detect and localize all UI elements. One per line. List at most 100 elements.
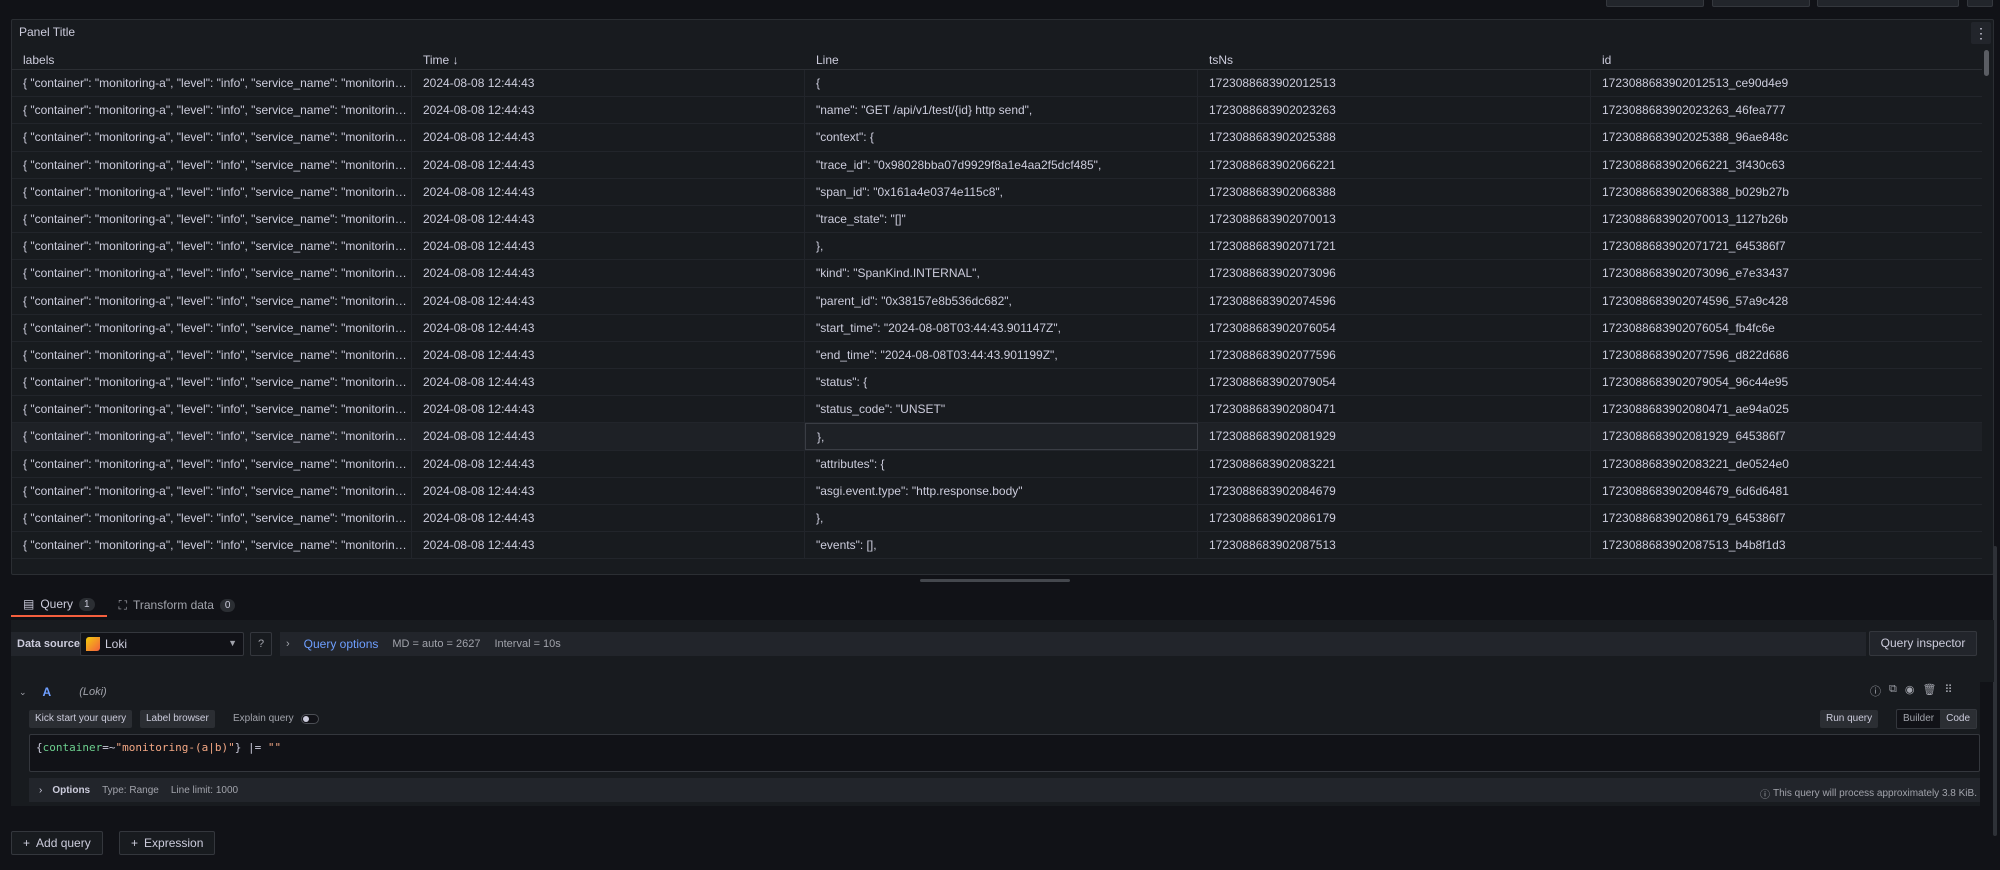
search-box[interactable] bbox=[1817, 0, 1959, 7]
table-row[interactable]: { "container": "monitoring-a", "level": … bbox=[12, 70, 1982, 98]
collapse-chevron-icon[interactable]: ⌄ bbox=[19, 687, 27, 698]
table-row[interactable]: { "container": "monitoring-a", "level": … bbox=[12, 450, 1982, 478]
cell-id[interactable]: 1723088683902073096_e7e33437 bbox=[1591, 260, 1982, 286]
table-row[interactable]: { "container": "monitoring-a", "level": … bbox=[12, 205, 1982, 234]
cell-id[interactable]: 1723088683902071721_645386f7 bbox=[1591, 233, 1982, 259]
tab-query[interactable]: ▤ Query 1 bbox=[11, 593, 107, 617]
cell-line[interactable]: "span_id": "0x161a4e0374e115c8", bbox=[805, 178, 1198, 205]
cell-id[interactable]: 1723088683902076054_fb4fc6e bbox=[1591, 315, 1982, 341]
cell-id[interactable]: 1723088683902084679_6d6d6481 bbox=[1591, 478, 1982, 504]
cell-id[interactable]: 1723088683902081929_645386f7 bbox=[1591, 423, 1982, 449]
cell-line[interactable]: "trace_id": "0x98028bba07d9929f8a1e4aa2f… bbox=[805, 151, 1198, 178]
run-query-button[interactable]: Run query bbox=[1820, 710, 1879, 728]
cell-line[interactable]: }, bbox=[805, 505, 1198, 532]
cell-labels[interactable]: { "container": "monitoring-a", "level": … bbox=[12, 70, 412, 97]
cell-tsns[interactable]: 1723088683902068388 bbox=[1198, 178, 1591, 205]
cell-line[interactable]: "parent_id": "0x38157e8b536dc682", bbox=[805, 287, 1198, 314]
cell-tsns[interactable]: 1723088683902084679 bbox=[1198, 477, 1591, 504]
column-header-line[interactable]: Line bbox=[805, 50, 1198, 69]
cell-line[interactable]: }, bbox=[805, 423, 1198, 450]
column-header-tsns[interactable]: tsNs bbox=[1198, 50, 1591, 69]
cell-labels[interactable]: { "container": "monitoring-a", "level": … bbox=[12, 314, 412, 341]
cell-line[interactable]: "end_time": "2024-08-08T03:44:43.901199Z… bbox=[805, 341, 1198, 369]
cell-tsns[interactable]: 1723088683902083221 bbox=[1198, 450, 1591, 477]
table-row[interactable]: { "container": "monitoring-a", "level": … bbox=[12, 423, 1982, 451]
cell-time[interactable]: 2024-08-08 12:44:43 bbox=[412, 124, 805, 151]
table-row[interactable]: { "container": "monitoring-a", "level": … bbox=[12, 260, 1982, 288]
cell-time[interactable]: 2024-08-08 12:44:43 bbox=[412, 178, 805, 205]
editor-scrollbar[interactable] bbox=[1993, 546, 1997, 836]
datasource-help-icon[interactable]: ? bbox=[250, 632, 272, 656]
column-header-labels[interactable]: labels bbox=[12, 50, 412, 69]
add-expression-button[interactable]: + Expression bbox=[119, 831, 216, 855]
cell-labels[interactable]: { "container": "monitoring-a", "level": … bbox=[12, 505, 412, 532]
cell-tsns[interactable]: 1723088683902080471 bbox=[1198, 396, 1591, 423]
cell-time[interactable]: 2024-08-08 12:44:43 bbox=[412, 450, 805, 477]
kick-start-button[interactable]: Kick start your query bbox=[29, 710, 133, 728]
table-row[interactable]: { "container": "monitoring-a", "level": … bbox=[12, 477, 1982, 505]
cell-tsns[interactable]: 1723088683902070013 bbox=[1198, 205, 1591, 233]
cell-labels[interactable]: { "container": "monitoring-a", "level": … bbox=[12, 477, 412, 504]
cell-labels[interactable]: { "container": "monitoring-a", "level": … bbox=[12, 532, 412, 559]
table-row[interactable]: { "container": "monitoring-a", "level": … bbox=[12, 532, 1982, 560]
cell-id[interactable]: 1723088683902023263_46fea777 bbox=[1591, 97, 1982, 123]
table-row[interactable]: { "container": "monitoring-a", "level": … bbox=[12, 124, 1982, 152]
refresh-picker[interactable] bbox=[1712, 0, 1810, 7]
explain-switch[interactable] bbox=[300, 714, 319, 724]
table-row[interactable]: { "container": "monitoring-a", "level": … bbox=[12, 178, 1982, 206]
cell-time[interactable]: 2024-08-08 12:44:43 bbox=[412, 505, 805, 532]
cell-time[interactable]: 2024-08-08 12:44:43 bbox=[412, 151, 805, 178]
cell-labels[interactable]: { "container": "monitoring-a", "level": … bbox=[12, 450, 412, 477]
cell-time[interactable]: 2024-08-08 12:44:43 bbox=[412, 233, 805, 260]
cell-id[interactable]: 1723088683902079054_96c44e95 bbox=[1591, 369, 1982, 395]
cell-id[interactable]: 1723088683902077596_d822d686 bbox=[1591, 342, 1982, 368]
duplicate-icon[interactable]: ⧉ bbox=[1889, 683, 1897, 699]
cell-labels[interactable]: { "container": "monitoring-a", "level": … bbox=[12, 151, 412, 178]
cell-line[interactable]: "context": { bbox=[805, 124, 1198, 151]
cell-line[interactable]: "name": "GET /api/v1/test/{id} http send… bbox=[805, 97, 1198, 124]
cell-tsns[interactable]: 1723088683902087513 bbox=[1198, 532, 1591, 559]
cell-tsns[interactable]: 1723088683902086179 bbox=[1198, 505, 1591, 532]
cell-time[interactable]: 2024-08-08 12:44:43 bbox=[412, 477, 805, 504]
column-header-id[interactable]: id bbox=[1591, 50, 1982, 69]
query-letter[interactable]: A bbox=[43, 685, 52, 699]
help-icon[interactable]: ⓘ bbox=[1870, 683, 1881, 699]
query-options-row[interactable]: › Options Type: Range Line limit: 1000 bbox=[29, 778, 1980, 802]
cell-time[interactable]: 2024-08-08 12:44:43 bbox=[412, 314, 805, 341]
panel-menu-icon[interactable]: ⋮ bbox=[1971, 22, 1991, 44]
cell-time[interactable]: 2024-08-08 12:44:43 bbox=[412, 532, 805, 559]
cell-labels[interactable]: { "container": "monitoring-a", "level": … bbox=[12, 97, 412, 124]
cell-id[interactable]: 1723088683902086179_645386f7 bbox=[1591, 505, 1982, 531]
table-row[interactable]: { "container": "monitoring-a", "level": … bbox=[12, 233, 1982, 261]
cell-line[interactable]: "kind": "SpanKind.INTERNAL", bbox=[805, 260, 1198, 287]
trash-icon[interactable]: 🗑 bbox=[1922, 683, 1936, 699]
table-row[interactable]: { "container": "monitoring-a", "level": … bbox=[12, 369, 1982, 397]
cell-id[interactable]: 1723088683902074596_57a9c428 bbox=[1591, 288, 1982, 314]
query-code-editor[interactable]: {container=~"monitoring-(a|b)"} |= "" bbox=[29, 734, 1980, 772]
cell-labels[interactable]: { "container": "monitoring-a", "level": … bbox=[12, 178, 412, 205]
cell-tsns[interactable]: 1723088683902025388 bbox=[1198, 124, 1591, 151]
cell-time[interactable]: 2024-08-08 12:44:43 bbox=[412, 97, 805, 124]
label-browser-button[interactable]: Label browser bbox=[140, 710, 215, 728]
cell-time[interactable]: 2024-08-08 12:44:43 bbox=[412, 423, 805, 450]
cell-time[interactable]: 2024-08-08 12:44:43 bbox=[412, 396, 805, 423]
cell-labels[interactable]: { "container": "monitoring-a", "level": … bbox=[12, 369, 412, 396]
explain-query-toggle[interactable]: Explain query bbox=[233, 710, 319, 728]
cell-id[interactable]: 1723088683902083221_de0524e0 bbox=[1591, 451, 1982, 477]
cell-time[interactable]: 2024-08-08 12:44:43 bbox=[412, 205, 805, 233]
cell-tsns[interactable]: 1723088683902077596 bbox=[1198, 341, 1591, 369]
cell-labels[interactable]: { "container": "monitoring-a", "level": … bbox=[12, 287, 412, 314]
cell-labels[interactable]: { "container": "monitoring-a", "level": … bbox=[12, 396, 412, 423]
cell-time[interactable]: 2024-08-08 12:44:43 bbox=[412, 70, 805, 97]
table-row[interactable]: { "container": "monitoring-a", "level": … bbox=[12, 151, 1982, 179]
column-header-time[interactable]: Time ↓ bbox=[412, 50, 805, 69]
cell-id[interactable]: 1723088683902070013_1127b26b bbox=[1591, 206, 1982, 232]
cell-line[interactable]: "status": { bbox=[805, 369, 1198, 396]
cell-tsns[interactable]: 1723088683902073096 bbox=[1198, 260, 1591, 287]
cell-id[interactable]: 1723088683902087513_b4b8f1d3 bbox=[1591, 532, 1982, 558]
cell-time[interactable]: 2024-08-08 12:44:43 bbox=[412, 369, 805, 396]
eye-icon[interactable]: ◉ bbox=[1905, 683, 1915, 699]
cell-labels[interactable]: { "container": "monitoring-a", "level": … bbox=[12, 205, 412, 233]
table-row[interactable]: { "container": "monitoring-a", "level": … bbox=[12, 314, 1982, 342]
cell-line[interactable]: "events": [], bbox=[805, 532, 1198, 559]
